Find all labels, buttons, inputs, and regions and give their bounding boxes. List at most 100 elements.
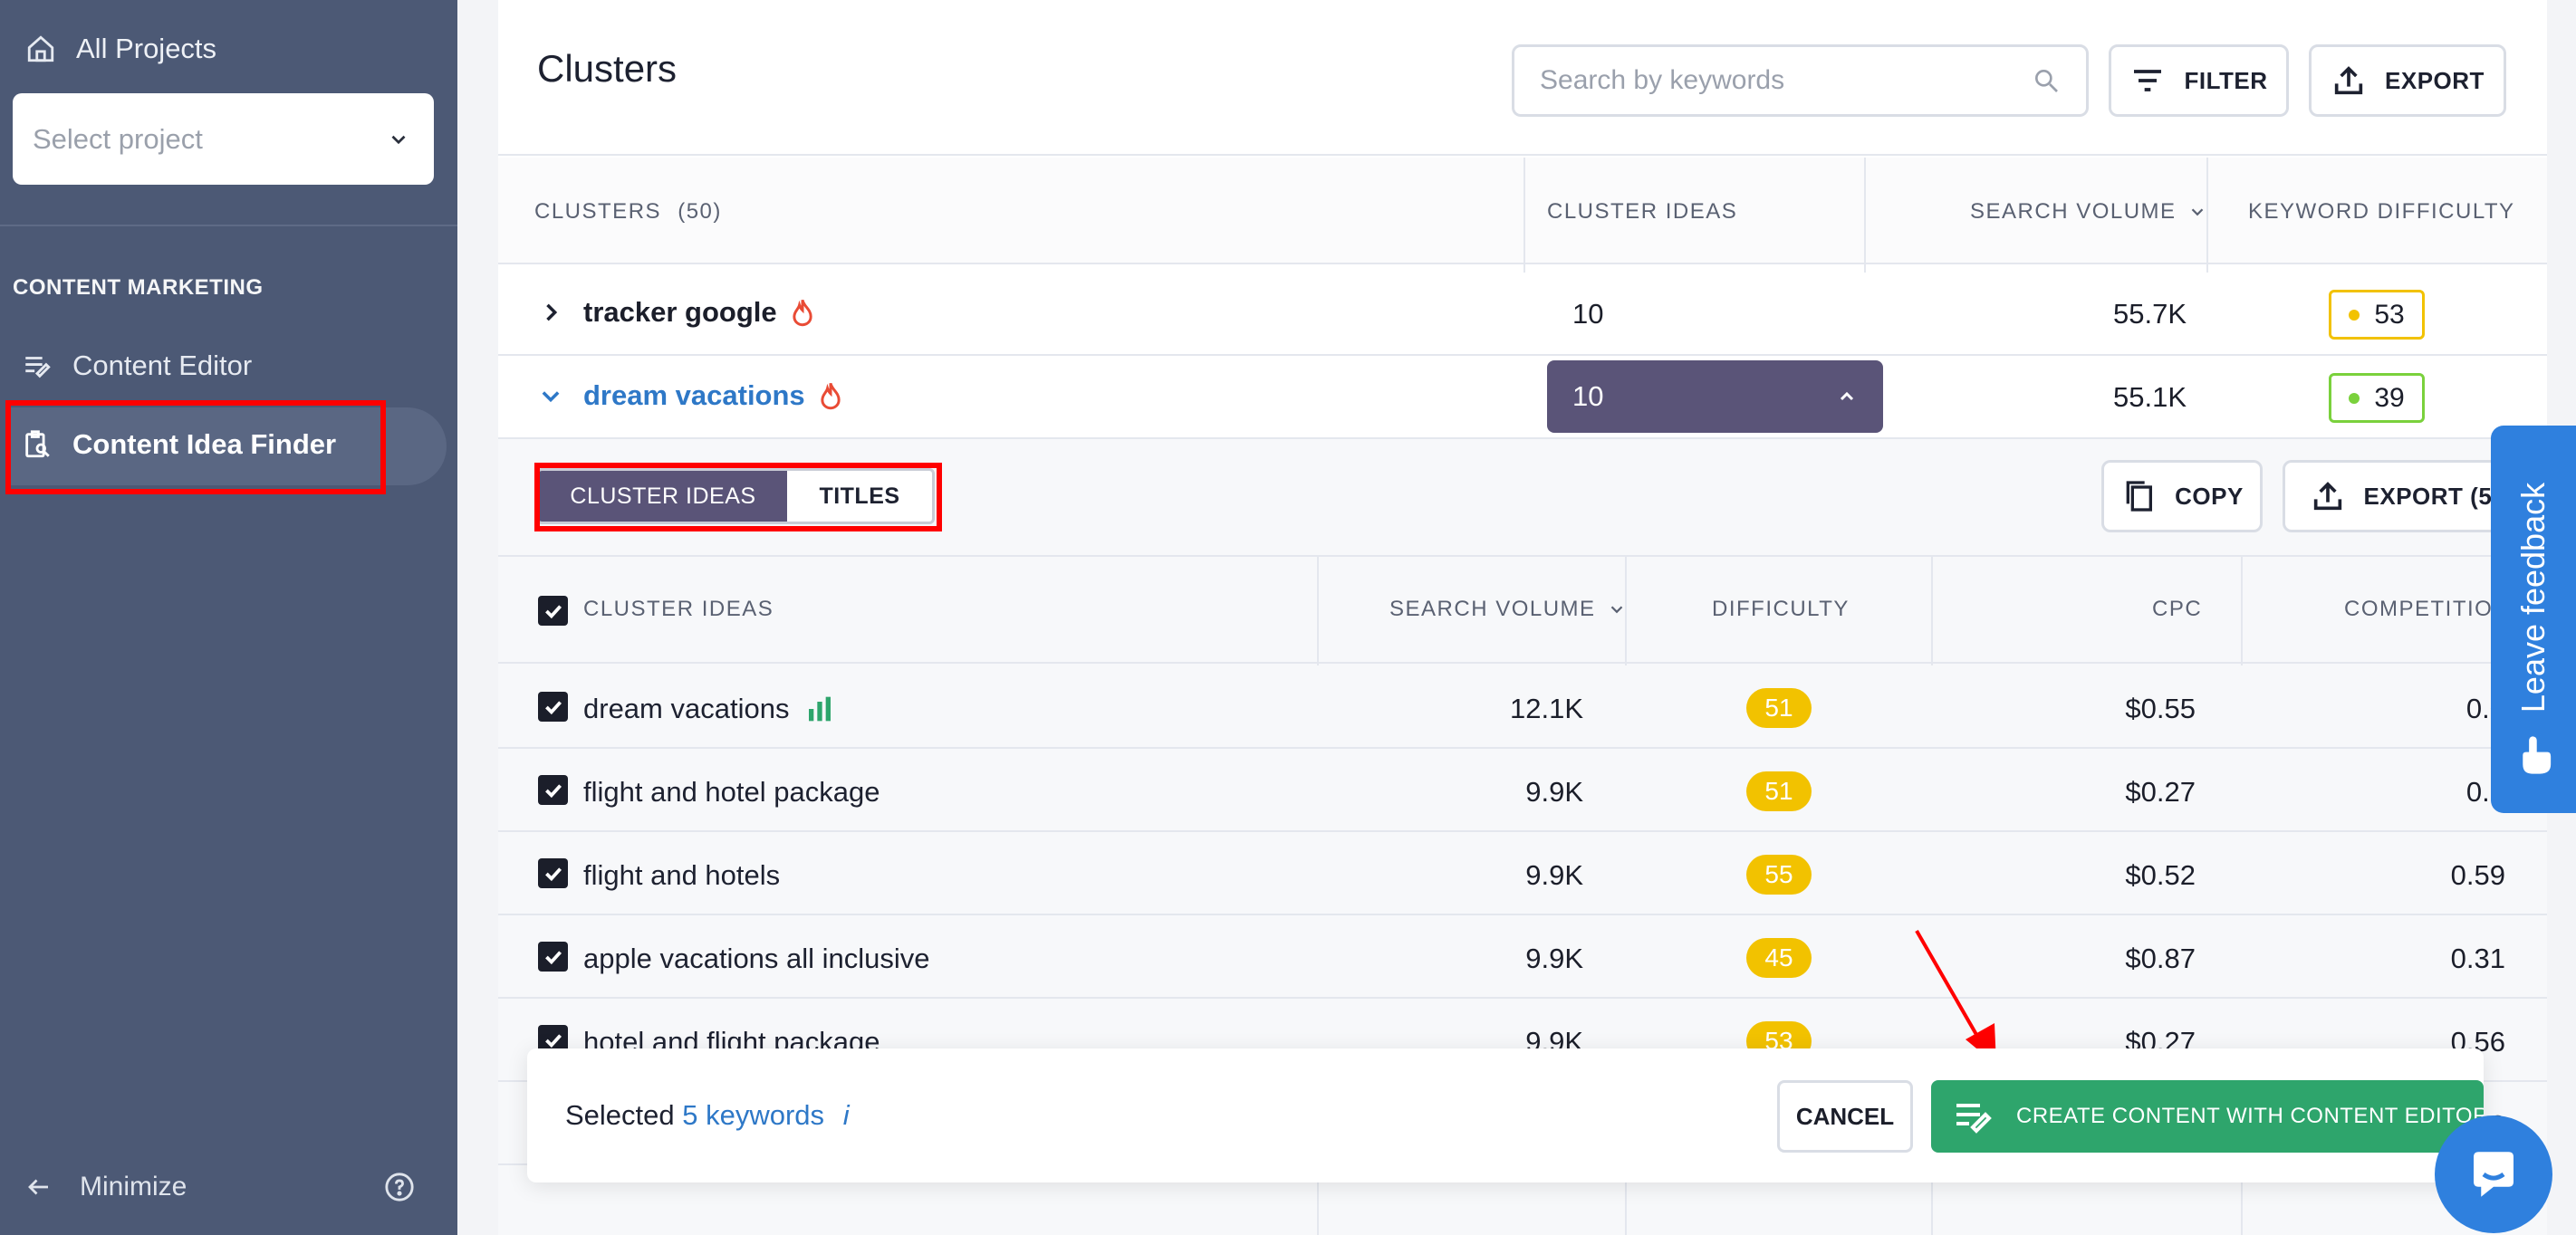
competition-cell: 0.31 bbox=[2450, 943, 2505, 974]
selected-prefix: Selected bbox=[565, 1099, 675, 1131]
chevron-down-icon bbox=[391, 135, 406, 144]
chat-widget-button[interactable] bbox=[2435, 1115, 2552, 1233]
search-volume-cell: 9.9K bbox=[1525, 943, 1583, 974]
all-projects-link[interactable]: All Projects bbox=[25, 33, 216, 65]
cluster-name[interactable]: tracker google bbox=[538, 296, 815, 329]
difficulty-badge: 51 bbox=[1746, 771, 1812, 811]
leave-feedback-label: Leave feedback bbox=[2514, 482, 2552, 713]
col-search-volume-label: SEARCH VOLUME bbox=[1970, 199, 2177, 224]
help-icon[interactable] bbox=[384, 1172, 415, 1202]
list-item[interactable]: dream vacations 12.1K 51 $0.55 0.0 bbox=[498, 665, 2547, 749]
cluster-ideas-dropdown[interactable]: 10 bbox=[1547, 360, 1883, 433]
col-clusters[interactable]: CLUSTERS (50) bbox=[534, 199, 722, 225]
cpc-cell: $0.27 bbox=[2125, 776, 2196, 808]
cluster-name-label: tracker google bbox=[583, 296, 777, 328]
ideas-table-header: CLUSTER IDEAS SEARCH VOLUME DIFFICULTY C… bbox=[498, 555, 2547, 664]
list-item[interactable]: apple vacations all inclusive 9.9K 45 $0.87… bbox=[498, 915, 2547, 999]
selected-summary: Selected 5 keywords i bbox=[565, 1099, 850, 1132]
row-checkbox[interactable] bbox=[538, 692, 568, 722]
minimize-button[interactable]: Minimize bbox=[25, 1172, 187, 1202]
keyword-label: flight and hotel package bbox=[583, 776, 880, 808]
content-editor-icon bbox=[1956, 1104, 1992, 1134]
difficulty-value: 39 bbox=[2374, 382, 2405, 413]
checkmark-icon bbox=[544, 700, 562, 714]
cluster-ideas-count: 10 bbox=[1572, 298, 1604, 330]
keyword-cell: apple vacations all inclusive bbox=[583, 943, 930, 975]
sidebar-item-content-editor[interactable]: Content Editor bbox=[22, 349, 252, 382]
upload-icon bbox=[2334, 66, 2363, 95]
cluster-name-label: dream vacations bbox=[583, 379, 805, 411]
cluster-row-dream-vacations[interactable]: dream vacations 55.1K 39 bbox=[498, 356, 2547, 439]
row-checkbox[interactable] bbox=[538, 775, 568, 805]
export-selected-label: EXPORT (5) bbox=[2363, 482, 2501, 510]
selected-keywords-link[interactable]: 5 keywords bbox=[682, 1099, 824, 1131]
keyword-cell: flight and hotel package bbox=[583, 776, 879, 809]
sort-down-icon bbox=[2191, 208, 2203, 216]
home-icon bbox=[27, 35, 54, 62]
create-content-label: CREATE CONTENT WITH CONTENT EDITOR bbox=[2016, 1104, 2484, 1128]
cluster-ideas-count: 10 bbox=[1572, 380, 1604, 412]
competition-cell: 0.59 bbox=[2450, 859, 2505, 891]
project-select[interactable]: Select project bbox=[13, 93, 434, 185]
filter-button[interactable]: FILTER bbox=[2109, 44, 2289, 117]
row-checkbox[interactable] bbox=[538, 942, 568, 972]
copy-icon bbox=[2126, 481, 2153, 512]
create-content-button[interactable]: CREATE CONTENT WITH CONTENT EDITOR bbox=[1931, 1080, 2484, 1153]
copy-button[interactable]: COPY bbox=[2101, 460, 2263, 532]
export-button[interactable]: EXPORT bbox=[2309, 44, 2506, 117]
cluster-name[interactable]: dream vacations bbox=[538, 379, 843, 412]
cpc-cell: $0.52 bbox=[2125, 859, 2196, 891]
filter-label: FILTER bbox=[2184, 66, 2268, 94]
selection-action-bar: Selected 5 keywords i CANCEL CREATE CONT… bbox=[527, 1048, 2484, 1182]
annotation-highlight-box bbox=[534, 463, 942, 531]
search-input[interactable]: Search by keywords bbox=[1512, 44, 2089, 117]
content-editor-icon bbox=[25, 357, 51, 378]
chat-icon bbox=[2474, 1152, 2514, 1197]
cpc-cell: $0.55 bbox=[2125, 693, 2196, 724]
project-select-placeholder: Select project bbox=[33, 122, 203, 155]
col-search-volume[interactable]: SEARCH VOLUME bbox=[1970, 199, 2207, 225]
filter-icon bbox=[2134, 70, 2162, 91]
cluster-row-tracker-google[interactable]: tracker google 10 55.7K 53 bbox=[498, 273, 2547, 356]
sort-down-icon bbox=[1610, 606, 1622, 614]
difficulty-value: 53 bbox=[2374, 299, 2405, 330]
select-all-checkbox[interactable] bbox=[538, 596, 568, 626]
col-cluster-ideas[interactable]: CLUSTER IDEAS bbox=[583, 597, 774, 622]
chevron-right-icon[interactable] bbox=[538, 300, 563, 325]
row-checkbox[interactable] bbox=[538, 858, 568, 888]
search-icon bbox=[2035, 70, 2058, 92]
annotation-highlight-box bbox=[5, 400, 386, 494]
keyword-cell: flight and hotels bbox=[583, 859, 780, 892]
copy-label: COPY bbox=[2175, 482, 2244, 510]
difficulty-badge: 55 bbox=[1746, 855, 1812, 895]
leave-feedback-tab[interactable]: Leave feedback bbox=[2491, 426, 2576, 813]
sidebar-divider bbox=[0, 225, 457, 226]
col-difficulty[interactable]: DIFFICULTY bbox=[1712, 597, 1850, 622]
minimize-label: Minimize bbox=[80, 1172, 187, 1201]
col-search-volume[interactable]: SEARCH VOLUME bbox=[1389, 597, 1627, 622]
cancel-button[interactable]: CANCEL bbox=[1777, 1080, 1913, 1153]
sidebar-item-label: Content Editor bbox=[72, 349, 253, 381]
sidebar-section-title: CONTENT MARKETING bbox=[13, 275, 264, 300]
keyword-cell: dream vacations bbox=[583, 693, 834, 725]
col-cpc[interactable]: CPC bbox=[2152, 597, 2202, 622]
info-icon[interactable]: i bbox=[843, 1099, 850, 1131]
chevron-down-icon[interactable] bbox=[538, 383, 563, 408]
difficulty-dot bbox=[2349, 309, 2360, 321]
checkmark-icon bbox=[544, 604, 562, 618]
col-competition[interactable]: COMPETITIO bbox=[2344, 597, 2493, 622]
col-cluster-ideas[interactable]: CLUSTER IDEAS bbox=[1547, 199, 1737, 225]
chevron-up-icon bbox=[1840, 391, 1854, 401]
col-search-volume-label: SEARCH VOLUME bbox=[1389, 597, 1596, 621]
cluster-search-volume: 55.7K bbox=[2112, 298, 2187, 330]
col-keyword-difficulty[interactable]: KEYWORD DIFFICULTY bbox=[2248, 199, 2515, 225]
search-volume-cell: 9.9K bbox=[1525, 776, 1583, 808]
list-item[interactable]: flight and hotels 9.9K 55 $0.52 0.59 bbox=[498, 832, 2547, 915]
search-volume-cell: 9.9K bbox=[1525, 859, 1583, 891]
list-item[interactable]: flight and hotel package 9.9K 51 $0.27 0.5 bbox=[498, 749, 2547, 832]
upload-icon bbox=[2313, 482, 2341, 511]
page-title: Clusters bbox=[537, 47, 678, 90]
col-clusters-label: CLUSTERS bbox=[534, 199, 662, 224]
trend-bars-icon bbox=[809, 696, 831, 722]
all-projects-label: All Projects bbox=[76, 33, 217, 64]
